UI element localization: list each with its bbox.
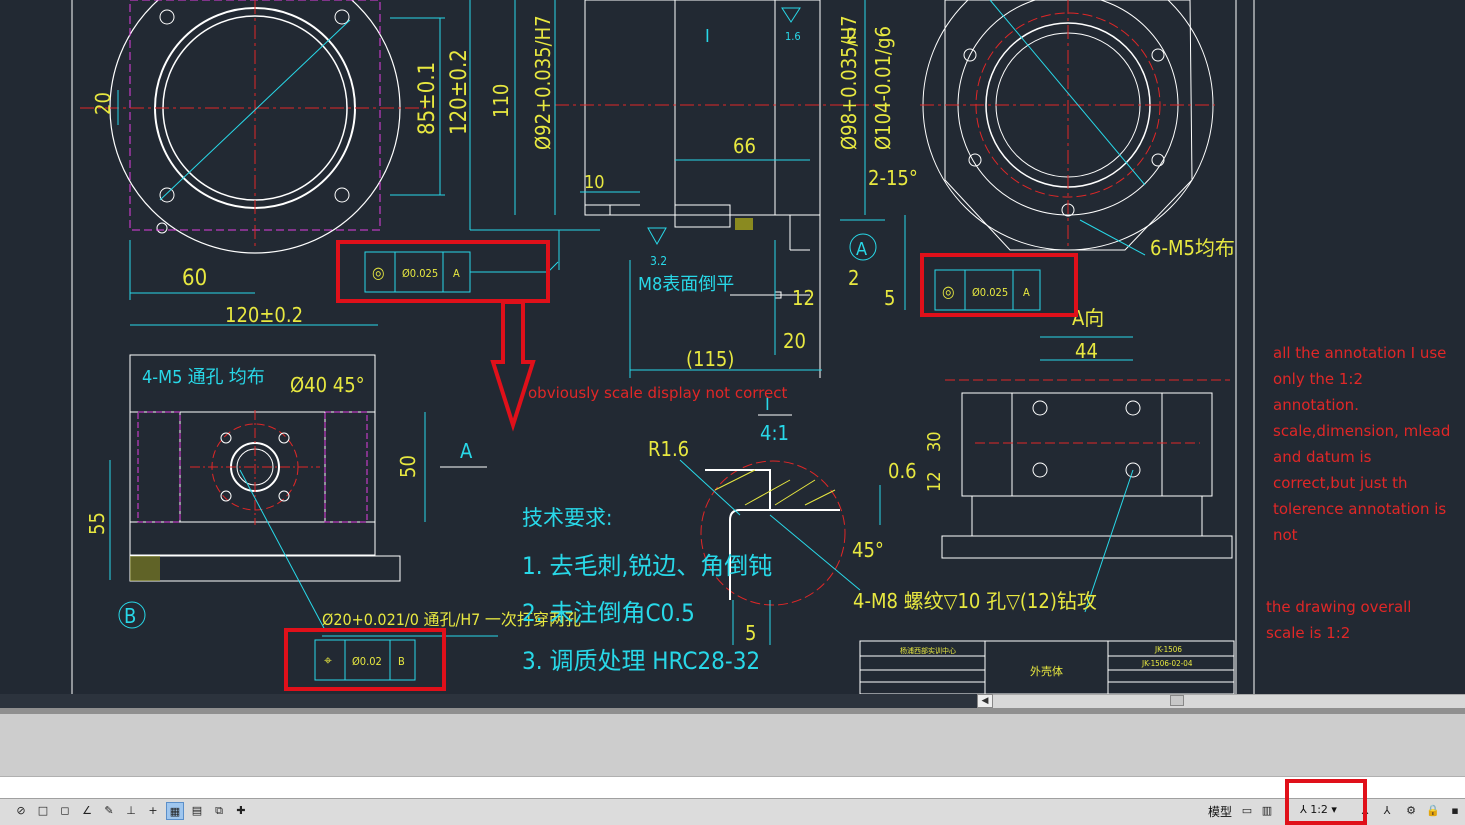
overall-scale-note: the drawing overall scale is 1:2 xyxy=(1266,594,1456,646)
dim-110: 110 xyxy=(489,84,513,118)
red-arrow xyxy=(490,300,536,432)
note-line: all the annotation I use xyxy=(1273,344,1447,362)
note-line: not xyxy=(1273,526,1298,544)
roughness-3-2: 3.2 xyxy=(650,254,667,268)
ortho-icon[interactable]: ◻ xyxy=(56,802,74,820)
dim-2-bottom: 2 xyxy=(848,266,859,290)
dim-60: 60 xyxy=(182,266,207,291)
note-line: only the 1:2 xyxy=(1273,370,1364,388)
command-history xyxy=(0,714,1465,776)
sc-icon[interactable]: ✚ xyxy=(232,802,250,820)
flange-view-right xyxy=(920,0,1215,256)
dim-phi92: Ø92+0.035/H7 xyxy=(531,15,555,150)
detail-radius: R1.6 xyxy=(648,437,689,461)
note-line: annotation. xyxy=(1273,396,1359,414)
dyn-input-icon[interactable]: ▦ xyxy=(166,802,184,820)
dim-44: 44 xyxy=(1075,339,1098,363)
title-block-header: 杨浦西部实训中心 xyxy=(900,646,956,655)
dim-20: 20 xyxy=(91,92,115,115)
autoscale-icon[interactable]: ⅄ xyxy=(1378,802,1396,820)
detail-i xyxy=(679,414,881,645)
detail-angle: 45° xyxy=(852,538,884,562)
title-block-code1: JK-1506 xyxy=(1154,645,1182,654)
lock-icon[interactable]: 🔒 xyxy=(1424,802,1442,820)
clean-screen-icon[interactable]: ▪ xyxy=(1446,802,1464,820)
workspace-gear-icon[interactable]: ⚙ xyxy=(1402,802,1420,820)
tech-item-1: 1. 去毛刺,锐边、角倒钝 xyxy=(522,552,772,580)
note-line: correct,but just th xyxy=(1273,474,1408,492)
grid-icon[interactable]: □ xyxy=(34,802,52,820)
dim-12: 12 xyxy=(792,286,815,310)
title-block-code2: JK-1506-02-04 xyxy=(1141,659,1193,668)
qp-icon[interactable]: ⧉ xyxy=(210,802,228,820)
detail-mark-i: I xyxy=(705,26,710,47)
dim-120-v: 120±0.2 xyxy=(447,49,472,135)
dim-85: 85±0.1 xyxy=(415,62,440,135)
note-line: scale,dimension, mlead xyxy=(1273,422,1451,440)
annotation-note: all the annotation I use only the 1:2 an… xyxy=(1273,340,1453,548)
highlight-box-tol-2 xyxy=(920,253,1078,317)
note-m8: M8表面倒平 xyxy=(638,274,734,295)
layout-icon[interactable]: ▭ xyxy=(1238,802,1256,820)
view-label-a: A xyxy=(460,439,473,463)
dim-2-top: 2 xyxy=(846,24,857,48)
note-line: tolerence annotation is xyxy=(1273,500,1447,518)
drawing-canvas[interactable]: 20 60 85±0.1 120±0.2 120±0.2 4-M5 通孔 均布 … xyxy=(0,0,1465,694)
polar-icon[interactable]: ∠ xyxy=(78,802,96,820)
dim-phi40: Ø40 45° xyxy=(290,373,365,397)
thread-note: 4-M8 螺纹▽10 孔▽(12)钻攻 xyxy=(853,589,1097,613)
cad-drawing: 20 60 85±0.1 120±0.2 120±0.2 4-M5 通孔 均布 … xyxy=(71,0,1255,694)
scroll-thumb[interactable] xyxy=(1170,695,1184,706)
datum-a: A xyxy=(856,239,867,260)
dim-120-h: 120±0.2 xyxy=(225,303,303,327)
note-line: and datum is xyxy=(1273,448,1372,466)
note-6m5: 6-M5均布 xyxy=(1150,236,1235,260)
tech-title: 技术要求: xyxy=(522,506,612,530)
snap-icon[interactable]: ⊘ xyxy=(12,802,30,820)
otrack-icon[interactable]: ⊥ xyxy=(122,802,140,820)
lineweight-icon[interactable]: ▤ xyxy=(188,802,206,820)
dim-50: 50 xyxy=(396,455,420,478)
datum-b: B xyxy=(124,604,136,628)
scale-note: obviously scale display not correct xyxy=(528,384,788,402)
command-line-input[interactable] xyxy=(0,776,1465,798)
dim-66: 66 xyxy=(733,134,756,158)
tech-item-2: 2. 未注倒角C0.5 xyxy=(522,599,695,627)
highlight-box-tol-1 xyxy=(336,240,550,303)
dim-30: 30 xyxy=(924,431,945,452)
detail-dim5: 5 xyxy=(745,621,756,645)
dim-55: 55 xyxy=(85,512,109,535)
layout2-icon[interactable]: ▥ xyxy=(1258,802,1276,820)
dim-20-center: 20 xyxy=(783,329,806,353)
detail-gap: 0.6 xyxy=(888,459,917,483)
model-tab[interactable]: 模型 xyxy=(1208,803,1232,820)
note-line: scale is 1:2 xyxy=(1266,624,1351,642)
tech-item-3: 3. 调质处理 HRC28-32 xyxy=(522,647,760,675)
horizontal-scrollbar[interactable]: ◀ xyxy=(0,694,1465,708)
dim-5: 5 xyxy=(884,286,895,310)
dim-10: 10 xyxy=(584,172,605,193)
detail-scale: 4:1 xyxy=(760,421,789,445)
highlight-box-tol-3 xyxy=(284,628,446,691)
osnap-icon[interactable]: ✎ xyxy=(100,802,118,820)
note-4m5: 4-M5 通孔 均布 xyxy=(142,367,265,388)
title-block-part: 外壳体 xyxy=(1030,664,1063,678)
highlight-box-scale xyxy=(1285,779,1367,825)
dim-115: (115) xyxy=(686,347,734,371)
roughness-1-6: 1.6 xyxy=(785,30,801,43)
dim-2-15deg: 2-15° xyxy=(868,166,918,190)
note-line: the drawing overall xyxy=(1266,598,1412,616)
scroll-track[interactable] xyxy=(977,694,1465,708)
dim-phi104: Ø104-0.01/g6 xyxy=(871,26,895,150)
dim-12-right: 12 xyxy=(924,471,945,492)
scroll-left-arrow[interactable]: ◀ xyxy=(977,694,993,708)
a-view-right xyxy=(941,336,1233,613)
status-bar: ⊘ □ ◻ ∠ ✎ ⊥ + ▦ ▤ ⧉ ✚ 模型 ▭ ▥ ⅄ 1:2 ▾ ⅄ ⅄… xyxy=(0,798,1465,825)
ucs-icon[interactable]: + xyxy=(144,802,162,820)
